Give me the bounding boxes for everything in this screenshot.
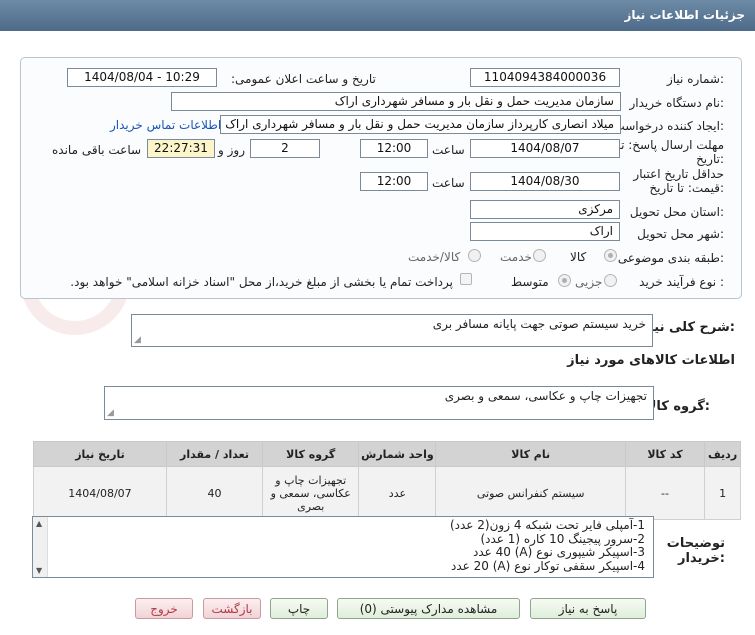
summary-text: خرید سیستم صوتی جهت پایانه مسافر بری — [432, 317, 646, 331]
reply-deadline-label: مهلت ارسال پاسخ: تا — [617, 138, 724, 152]
city-field: اراک — [470, 222, 620, 241]
cell-qty: 40 — [165, 466, 264, 520]
creator-label: ایجاد کننده درخواست: — [613, 119, 724, 133]
window-title: جزئیات اطلاعات نیاز — [624, 8, 745, 22]
process-radio-minor[interactable] — [604, 274, 617, 287]
goods-info-title: اطلاعات کالاهای مورد نیاز — [567, 353, 735, 368]
cell-date: 1404/08/07 — [33, 466, 167, 520]
scroll-up-icon[interactable]: ▲ — [36, 519, 42, 528]
reply-deadline-label-2: تاریخ: — [696, 152, 724, 166]
price-validity-label: حداقل تاریخ اعتبار — [633, 167, 724, 181]
payment-note: پرداخت تمام یا بخشی از مبلغ خرید،از محل … — [70, 275, 453, 289]
remaining-time-field: 22:27:31 — [147, 139, 215, 158]
col-qty: تعداد / مقدار — [165, 441, 264, 467]
col-date: تاریخ نیاز — [33, 441, 167, 467]
creator-field: میلاد انصاری کارپرداز سازمان مدیریت حمل … — [220, 115, 621, 134]
col-row: ردیف — [704, 441, 741, 467]
resize-handle-icon[interactable]: ◢ — [134, 335, 141, 345]
days-label: روز و — [218, 143, 245, 157]
notes-line: 3-اسپیکر شیپوری نوع (A) 40 عدد — [473, 545, 645, 559]
buyer-notes-label: توضیحات — [666, 536, 725, 551]
treasury-checkbox[interactable] — [460, 273, 472, 285]
goods-group-textarea[interactable]: تجهیزات چاپ و عکاسی، سمعی و بصری ◢ — [104, 386, 654, 420]
process-option-minor: جزیی — [575, 275, 603, 289]
buyer-org-field: سازمان مدیریت حمل و نقل بار و مسافر شهرد… — [171, 92, 621, 111]
days-field: 2 — [250, 139, 320, 158]
reply-date-field: 1404/08/07 — [470, 139, 620, 158]
col-code: کد کالا — [624, 441, 706, 467]
price-validity-label-2: قیمت: تا تاریخ: — [649, 181, 724, 195]
need-number-field: 1104094384000036 — [470, 68, 620, 87]
back-button[interactable]: بازگشت — [203, 598, 261, 619]
col-group: گروه کالا — [262, 441, 360, 467]
notes-line: 2-سرور پیجینگ 10 کاره (1 عدد) — [480, 531, 645, 546]
category-option-service: خدمت — [500, 250, 532, 264]
remaining-label: ساعت باقی مانده — [52, 143, 142, 157]
items-table: ردیف کد کالا نام کالا واحد شمارش گروه کا… — [33, 441, 741, 520]
exit-button[interactable]: خروج — [135, 598, 193, 619]
reply-time-label: ساعت — [432, 143, 465, 157]
announce-label: تاریخ و ساعت اعلان عمومی: — [231, 72, 376, 86]
city-label: شهر محل تحویل: — [637, 227, 724, 241]
need-number-label: شماره نیاز: — [666, 72, 724, 86]
goods-group-label: گروه کالا: — [646, 399, 710, 414]
category-radio-service[interactable] — [533, 249, 546, 262]
window-titlebar: جزئیات اطلاعات نیاز — [0, 0, 755, 31]
notes-line: 1-آمپلی فایر تحت شبکه 4 زون(2 عدد) — [449, 518, 645, 532]
scroll-down-icon[interactable]: ▼ — [36, 566, 42, 575]
print-button[interactable]: چاپ — [270, 598, 328, 619]
buyer-notes-label-2: خریدار: — [678, 551, 725, 566]
process-label: نوع فرآیند خرید : — [639, 275, 724, 289]
province-label: استان محل تحویل: — [629, 205, 724, 219]
validity-time-label: ساعت — [432, 176, 465, 190]
cell-group: تجهیزات چاپ و عکاسی، سمعی و بصری — [262, 466, 360, 520]
table-row[interactable]: 1 -- سیستم کنفرانس صوتی عدد تجهیزات چاپ … — [33, 466, 741, 520]
cell-code: -- — [624, 466, 706, 520]
category-option-goods-service: کالا/خدمت — [408, 250, 461, 264]
col-name: نام کالا — [435, 441, 626, 467]
validity-time-field: 12:00 — [360, 172, 428, 191]
reply-button[interactable]: پاسخ به نیاز — [530, 598, 646, 619]
resize-handle-icon[interactable]: ◢ — [107, 408, 114, 418]
cell-name: سیستم کنفرانس صوتی — [435, 466, 626, 520]
cell-unit: عدد — [358, 466, 437, 520]
table-header-row: ردیف کد کالا نام کالا واحد شمارش گروه کا… — [33, 441, 741, 467]
notes-scrollbar[interactable]: ▲ ▼ — [33, 517, 48, 577]
summary-textarea[interactable]: خرید سیستم صوتی جهت پایانه مسافر بری ◢ — [131, 314, 653, 347]
validity-date-field: 1404/08/30 — [470, 172, 620, 191]
category-radio-goods[interactable] — [604, 249, 617, 262]
category-label: طبقه بندی موضوعی: — [617, 251, 724, 265]
category-option-goods: کالا — [570, 250, 587, 264]
contact-buyer-link[interactable]: اطلاعات تماس خریدار — [110, 118, 221, 132]
buyer-org-label: نام دستگاه خریدار: — [629, 96, 725, 110]
category-radio-goods-service[interactable] — [468, 249, 481, 262]
province-field: مرکزی — [470, 200, 620, 219]
attachments-button[interactable]: مشاهده مدارک پیوستی (0) — [337, 598, 520, 619]
reply-time-field: 12:00 — [360, 139, 428, 158]
notes-line: 4-اسپیکر سقفی توکار نوع (A) 20 عدد — [450, 558, 645, 573]
col-unit: واحد شمارش — [358, 441, 437, 467]
goods-group-text: تجهیزات چاپ و عکاسی، سمعی و بصری — [444, 389, 647, 403]
cell-row: 1 — [704, 466, 741, 520]
summary-label: شرح کلی نیاز: — [641, 320, 735, 335]
process-radio-medium[interactable] — [558, 274, 571, 287]
announce-field: 1404/08/04 - 10:29 — [67, 68, 217, 87]
buyer-notes-box[interactable]: ▲ ▼ 1-آمپلی فایر تحت شبکه 4 زون(2 عدد) 2… — [32, 516, 654, 578]
process-option-medium: متوسط — [511, 275, 549, 289]
